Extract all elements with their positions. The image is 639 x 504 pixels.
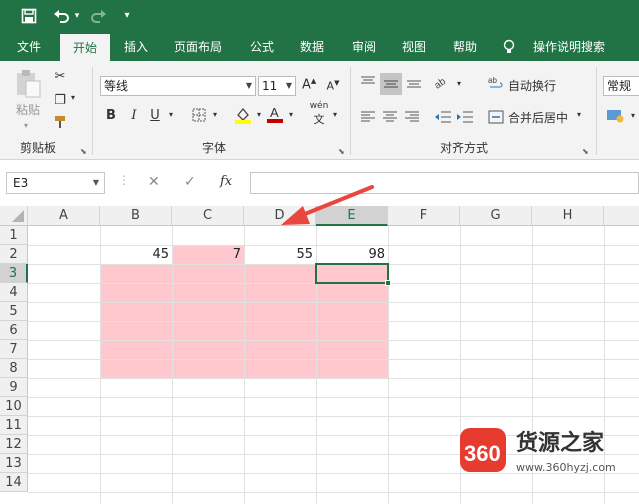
watermark-logo: 360 货源之家 www.360hyzj.com	[460, 426, 636, 479]
svg-text:360: 360	[464, 441, 501, 466]
svg-text:货源之家: 货源之家	[516, 430, 605, 456]
svg-text:www.360hyzj.com: www.360hyzj.com	[516, 461, 616, 474]
